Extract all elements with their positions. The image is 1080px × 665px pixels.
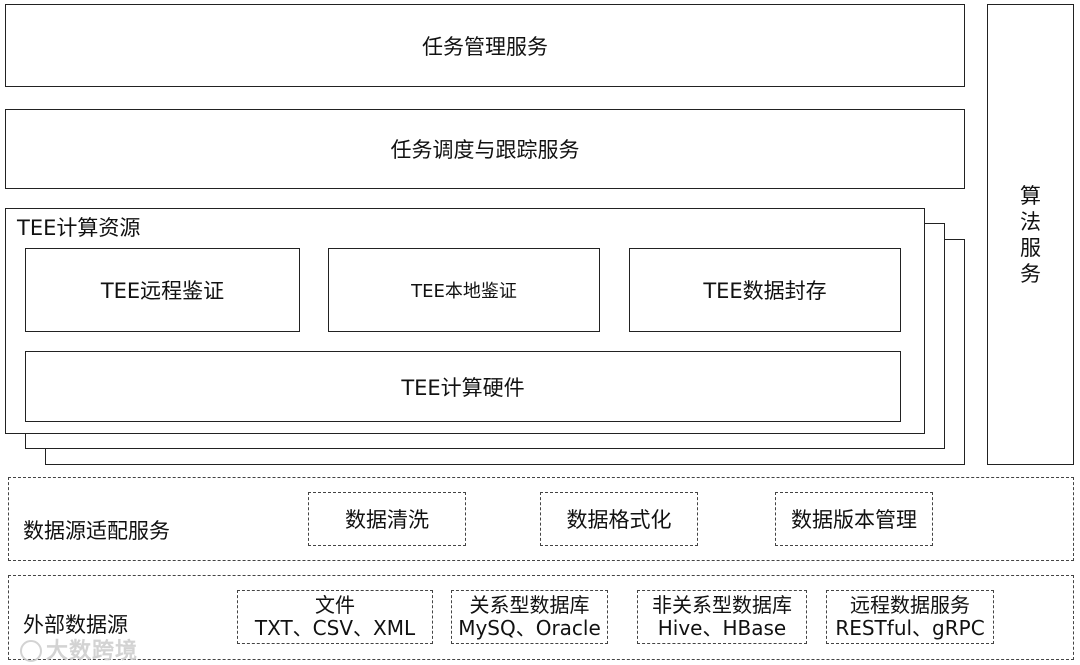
tee-data-sealing: TEE数据封存 [629,248,901,332]
task-scheduling-service: 任务调度与跟踪服务 [5,109,965,189]
data-version-management-label: 数据版本管理 [791,508,917,532]
external-nonrelational-line2: Hive、HBase [657,616,787,640]
tee-title: TEE计算资源 [17,216,141,240]
watermark-text: 大数跨境 [46,639,139,664]
task-scheduling-label: 任务调度与跟踪服务 [390,138,580,162]
external-nonrelational-line1: 非关系型数据库 [652,593,792,617]
adapter-title: 数据源适配服务 [23,519,170,543]
algorithm-char-3: 服 [1020,235,1041,260]
data-cleaning: 数据清洗 [308,492,466,546]
tee-local-attestation: TEE本地鉴证 [328,248,600,332]
algorithm-char-4: 务 [1020,261,1041,286]
tee-remote-attestation-label: TEE远程鉴证 [100,279,225,303]
tee-compute-hardware: TEE计算硬件 [25,351,901,422]
task-management-service: 任务管理服务 [5,4,965,87]
external-files: 文件 TXT、CSV、XML [237,590,433,644]
data-version-management: 数据版本管理 [775,492,933,546]
external-relational-db: 关系型数据库 MySQ、Oracle [451,590,608,644]
external-remote-line2: RESTful、gRPC [835,616,985,640]
tee-remote-attestation: TEE远程鉴证 [25,248,300,332]
external-files-line2: TXT、CSV、XML [254,616,416,640]
data-formatting-label: 数据格式化 [566,508,672,532]
algorithm-service: 算 法 服 务 [987,4,1074,465]
tee-local-attestation-label: TEE本地鉴证 [411,281,517,302]
data-formatting: 数据格式化 [540,492,698,546]
external-relational-line1: 关系型数据库 [469,593,590,617]
external-nonrelational-db: 非关系型数据库 Hive、HBase [637,590,807,644]
external-relational-line2: MySQ、Oracle [458,616,601,640]
watermark: 大数跨境 [20,633,138,665]
watermark-logo-icon [20,640,42,662]
tee-data-sealing-label: TEE数据封存 [703,279,827,303]
external-files-line1: 文件 [315,593,355,617]
task-management-label: 任务管理服务 [422,34,548,59]
external-remote-service: 远程数据服务 RESTful、gRPC [826,590,994,644]
algorithm-char-1: 算 [1020,183,1041,208]
external-remote-line1: 远程数据服务 [850,593,970,617]
data-cleaning-label: 数据清洗 [345,508,429,532]
tee-compute-hardware-label: TEE计算硬件 [401,375,525,400]
algorithm-char-2: 法 [1020,209,1041,234]
